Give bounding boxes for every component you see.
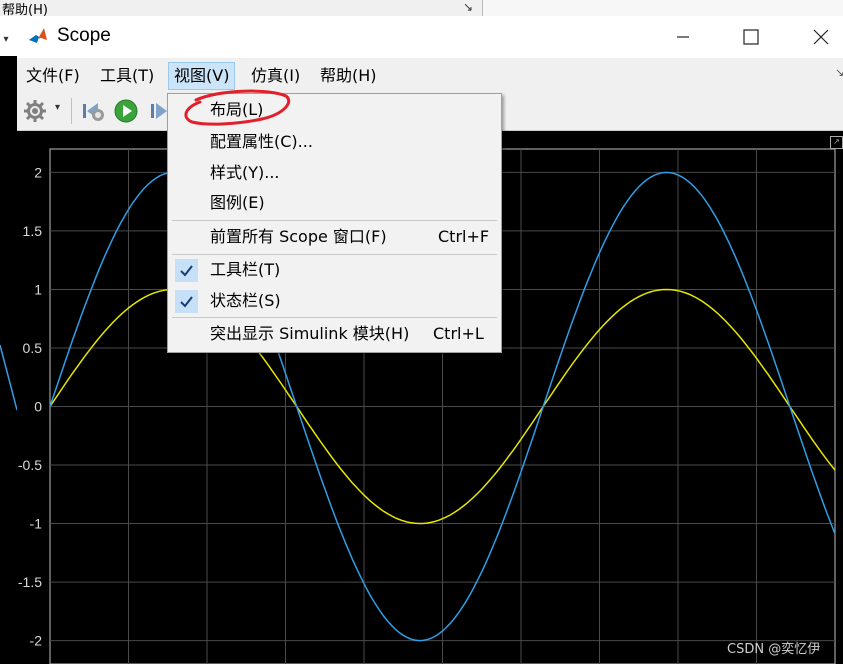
menu-item-label: 图例(E) (210, 193, 265, 212)
menu-item-label: 前置所有 Scope 窗口(F) (210, 227, 387, 246)
menu-separator (172, 220, 497, 221)
background-dropdown-icon[interactable]: ▾ (0, 30, 12, 50)
menu-item-label: 工具栏(T) (210, 260, 281, 279)
y-tick-label: 1.5 (23, 223, 43, 239)
y-tick-label: -1.5 (18, 574, 42, 590)
menu-item-shortcut: Ctrl+F (438, 227, 490, 246)
y-tick-label: 0 (34, 399, 42, 415)
menu-simulation[interactable]: 仿真(I) (246, 64, 305, 88)
y-tick-label: -2 (30, 633, 43, 649)
background-panel (482, 0, 843, 16)
menu-help[interactable]: 帮助(H) (315, 64, 382, 88)
menu-file[interactable]: 文件(F) (21, 64, 85, 88)
undock-icon[interactable]: ↗ (830, 136, 843, 149)
step-back-icon[interactable] (80, 98, 106, 124)
menu-item-highlight-simulink-block[interactable]: 突出显示 Simulink 模块(H) Ctrl+L (168, 319, 501, 349)
menu-item-statusbar[interactable]: 状态栏(S) (168, 286, 501, 316)
menu-item-label: 状态栏(S) (210, 291, 281, 310)
view-dropdown-menu: 布局(L) 配置属性(C)... 样式(Y)... 图例(E) 前置所有 Sco… (167, 93, 502, 353)
checkmark-icon (175, 290, 198, 313)
matlab-logo-icon (27, 25, 49, 47)
dropdown-icon[interactable]: ▾ (55, 102, 60, 113)
y-tick-label: 0.5 (23, 340, 43, 356)
toolbar-separator (71, 98, 72, 124)
title-bar[interactable]: Scope (17, 16, 843, 58)
checkmark-icon (175, 259, 198, 282)
pin-icon[interactable]: ↘ (463, 0, 473, 14)
gear-icon[interactable] (23, 99, 47, 123)
close-icon[interactable] (791, 16, 843, 58)
background-plot-curve (0, 344, 17, 411)
menu-tools[interactable]: 工具(T) (95, 64, 159, 88)
menu-item-label: 突出显示 Simulink 模块(H) (210, 324, 410, 343)
y-tick-label: 1 (34, 281, 42, 297)
maximize-icon[interactable] (721, 16, 781, 58)
menubar-pin-icon[interactable]: ↘ (835, 66, 843, 79)
menu-item-label: 样式(Y)... (210, 163, 280, 182)
run-icon[interactable] (113, 98, 139, 124)
step-forward-icon[interactable] (149, 98, 169, 124)
menu-item-style[interactable]: 样式(Y)... (168, 158, 501, 188)
window-title: Scope (57, 25, 111, 46)
annotation-circle (184, 89, 291, 126)
menu-item-shortcut: Ctrl+L (433, 324, 484, 343)
menu-item-toolbar[interactable]: 工具栏(T) (168, 255, 501, 285)
menu-item-bring-all-to-front[interactable]: 前置所有 Scope 窗口(F) Ctrl+F (168, 222, 501, 252)
menu-item-legend[interactable]: 图例(E) (168, 188, 501, 218)
watermark: CSDN @奕忆伊 (727, 642, 821, 657)
y-tick-label: -1 (30, 516, 43, 532)
y-tick-label: 2 (34, 164, 42, 180)
menu-separator (172, 317, 497, 318)
y-tick-label: -0.5 (18, 457, 42, 473)
minimize-icon[interactable] (653, 16, 713, 58)
menu-bar: 文件(F) 工具(T) 视图(V) 仿真(I) 帮助(H) ↘ (17, 58, 843, 90)
